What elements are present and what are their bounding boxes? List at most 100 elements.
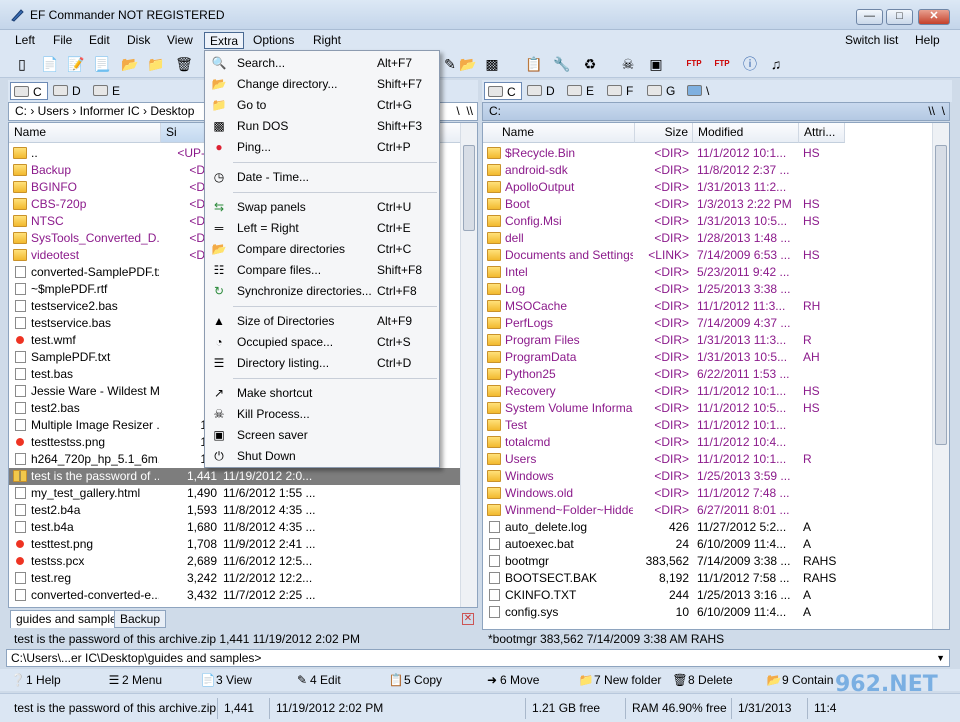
menu-item-change-directory[interactable]: 📂 Change directory... Shift+F7: [207, 74, 437, 95]
table-row[interactable]: auto_delete.log 426 11/27/2012 5:2... A: [483, 519, 933, 536]
table-row[interactable]: Winmend~Folder~Hidden <DIR> 6/27/2011 8:01…: [483, 502, 933, 519]
menu-item-make-shortcut[interactable]: ↗ Make shortcut: [207, 383, 437, 404]
menu-item-kill-process[interactable]: ☠ Kill Process...: [207, 404, 437, 425]
menu-file[interactable]: File: [48, 32, 77, 49]
close-button[interactable]: ✕: [918, 9, 950, 25]
f6-move-button[interactable]: ➜ 6 Move: [484, 671, 539, 689]
table-row[interactable]: totalcmd <DIR> 11/1/2012 10:4...: [483, 434, 933, 451]
menu-item-left-right[interactable]: ═ Left = Right Ctrl+E: [207, 218, 437, 239]
menu-item-size-of-directories[interactable]: ▲ Size of Directories Alt+F9: [207, 311, 437, 332]
table-row[interactable]: test2.b4a 1,593 11/8/2012 4:35 ...: [9, 502, 461, 519]
table-row[interactable]: Recovery <DIR> 11/1/2012 10:1... HS: [483, 383, 933, 400]
cube-icon[interactable]: ▣: [646, 54, 666, 74]
right-col-modified[interactable]: Modified: [693, 123, 799, 143]
edit-doc-icon[interactable]: 📝: [66, 54, 86, 74]
music-icon[interactable]: ♫: [766, 54, 786, 74]
tab-backup[interactable]: Backup: [114, 610, 167, 628]
menu-item-swap-panels[interactable]: ⇆ Swap panels Ctrl+U: [207, 197, 437, 218]
right-drive-c[interactable]: C: [484, 82, 522, 100]
right-drive-g[interactable]: G: [644, 82, 682, 100]
menu-item-go-to[interactable]: 📁 Go to Ctrl+G: [207, 95, 437, 116]
folder-search-icon[interactable]: 📂: [458, 54, 478, 74]
table-row[interactable]: Intel <DIR> 5/23/2011 9:42 ...: [483, 264, 933, 281]
menu-item-date-time[interactable]: ◷ Date - Time...: [207, 167, 437, 188]
folder-arrow-icon[interactable]: 📂: [120, 54, 140, 74]
table-row[interactable]: bootmgr 383,562 7/14/2009 3:38 ... RAHS: [483, 553, 933, 570]
table-row[interactable]: Program Files <DIR> 1/31/2013 11:3... R: [483, 332, 933, 349]
menu-item-synchronize-directories[interactable]: ↻ Synchronize directories... Ctrl+F8: [207, 281, 437, 302]
menu-right[interactable]: Right: [308, 32, 346, 49]
table-row[interactable]: autoexec.bat 24 6/10/2009 11:4... A: [483, 536, 933, 553]
copy-doc-icon[interactable]: 📄: [40, 54, 60, 74]
table-row[interactable]: Python25 <DIR> 6/22/2011 1:53 ...: [483, 366, 933, 383]
menu-switch-list[interactable]: Switch list: [840, 32, 903, 49]
pencil-icon[interactable]: ✎: [440, 54, 460, 74]
close-tab-icon[interactable]: ✕: [462, 613, 474, 625]
right-path-bar[interactable]: C: \\ \: [482, 102, 950, 121]
f4-edit-button[interactable]: ✎ 4 Edit: [294, 671, 341, 689]
table-row[interactable]: $Recycle.Bin <DIR> 11/1/2012 10:1... HS: [483, 145, 933, 162]
right-scroll-thumb[interactable]: [935, 145, 947, 445]
tools-icon[interactable]: 🔧: [552, 54, 572, 74]
table-row[interactable]: my_test_gallery.html 1,490 11/6/2012 1:55 …: [9, 485, 461, 502]
maximize-button[interactable]: □: [886, 9, 913, 25]
table-row[interactable]: test is the password of ... 1,441 11/19/20…: [9, 468, 461, 485]
menu-item-compare-files[interactable]: ☷ Compare files... Shift+F8: [207, 260, 437, 281]
table-row[interactable]: Documents and Settings <LINK> 7/14/2009 6:…: [483, 247, 933, 264]
left-scroll-thumb[interactable]: [463, 145, 475, 231]
menu-edit[interactable]: Edit: [84, 32, 115, 49]
right-col-size[interactable]: Size: [635, 123, 693, 143]
right-col-attr[interactable]: Attri...: [799, 123, 845, 143]
new-folder-icon[interactable]: 📁: [146, 54, 166, 74]
f7-new-folder-button[interactable]: 📁7 New folder: [578, 671, 662, 689]
table-row[interactable]: test.reg 3,242 11/2/2012 12:2...: [9, 570, 461, 587]
table-row[interactable]: Log <DIR> 1/25/2013 3:38 ...: [483, 281, 933, 298]
table-row[interactable]: testss.pcx 2,689 11/6/2012 12:5...: [9, 553, 461, 570]
table-row[interactable]: ProgramData <DIR> 1/31/2013 10:5... AH: [483, 349, 933, 366]
minimize-button[interactable]: —: [856, 9, 883, 25]
f1-help-button[interactable]: ❔1 Help: [10, 671, 61, 689]
table-row[interactable]: PerfLogs <DIR> 7/14/2009 4:37 ...: [483, 315, 933, 332]
table-row[interactable]: config.sys 10 6/10/2009 11:4... A: [483, 604, 933, 621]
menu-item-occupied-space[interactable]: ◔ Occupied space... Ctrl+S: [207, 332, 437, 353]
menu-item-search[interactable]: 🔍 Search... Alt+F7: [207, 53, 437, 74]
menu-item-shut-down[interactable]: ⏻ Shut Down: [207, 446, 437, 467]
menu-item-ping[interactable]: ● Ping... Ctrl+P: [207, 137, 437, 158]
ftp-disconnect-icon[interactable]: FTP: [712, 54, 732, 74]
table-row[interactable]: dell <DIR> 1/28/2013 1:48 ...: [483, 230, 933, 247]
menu-item-directory-listing[interactable]: ☰ Directory listing... Ctrl+D: [207, 353, 437, 374]
recycle-icon[interactable]: ♻: [580, 54, 600, 74]
ftp-connect-icon[interactable]: FTP: [684, 54, 704, 74]
right-path-buttons[interactable]: \\ \: [928, 103, 945, 120]
right-drive-f[interactable]: F: [604, 82, 642, 100]
recycle-bin-icon[interactable]: 🗑: [174, 54, 194, 74]
table-row[interactable]: System Volume Informa... <DIR> 11/1/2012 1…: [483, 400, 933, 417]
f8-delete-button[interactable]: 🗑8 Delete: [672, 671, 732, 689]
right-file-panel[interactable]: Name Size Modified Attri... $Recycle.Bin…: [482, 122, 950, 630]
table-row[interactable]: Users <DIR> 11/1/2012 10:1... R: [483, 451, 933, 468]
left-drive-c[interactable]: C: [10, 82, 48, 100]
menu-item-compare-directories[interactable]: 📂 Compare directories Ctrl+C: [207, 239, 437, 260]
table-row[interactable]: testtest.png 1,708 11/9/2012 2:41 ...: [9, 536, 461, 553]
table-row[interactable]: ApolloOutput <DIR> 1/31/2013 11:2...: [483, 179, 933, 196]
table-row[interactable]: Windows <DIR> 1/25/2013 3:59 ...: [483, 468, 933, 485]
table-row[interactable]: test.b4a 1,680 11/8/2012 4:35 ...: [9, 519, 461, 536]
right-drive-network[interactable]: \: [684, 82, 722, 100]
menu-view[interactable]: View: [162, 32, 198, 49]
dos-prompt-icon[interactable]: ▩: [482, 54, 502, 74]
table-row[interactable]: MSOCache <DIR> 11/1/2012 11:3... RH: [483, 298, 933, 315]
right-col-name[interactable]: Name: [483, 123, 635, 143]
eraser-icon[interactable]: ▯: [12, 54, 32, 74]
table-row[interactable]: CKINFO.TXT 244 1/25/2013 3:16 ... A: [483, 587, 933, 604]
table-row[interactable]: Boot <DIR> 1/3/2013 2:22 PM HS: [483, 196, 933, 213]
menu-options[interactable]: Options: [248, 32, 299, 49]
menu-item-screen-saver[interactable]: ▣ Screen saver: [207, 425, 437, 446]
info-icon[interactable]: ⓘ: [740, 54, 760, 74]
move-doc-icon[interactable]: 📃: [92, 54, 112, 74]
table-row[interactable]: BOOTSECT.BAK 8,192 11/1/2012 7:58 ... RAHS: [483, 570, 933, 587]
left-col-name[interactable]: Name: [9, 123, 161, 143]
f5-copy-button[interactable]: 📋5 Copy: [388, 671, 443, 689]
f9-contain-button[interactable]: 📂9 Contain: [766, 671, 834, 689]
command-line-input[interactable]: C:\Users\...er IC\Desktop\guides and sam…: [6, 649, 950, 667]
tab-guides-and-samples[interactable]: guides and samples: [10, 610, 129, 628]
